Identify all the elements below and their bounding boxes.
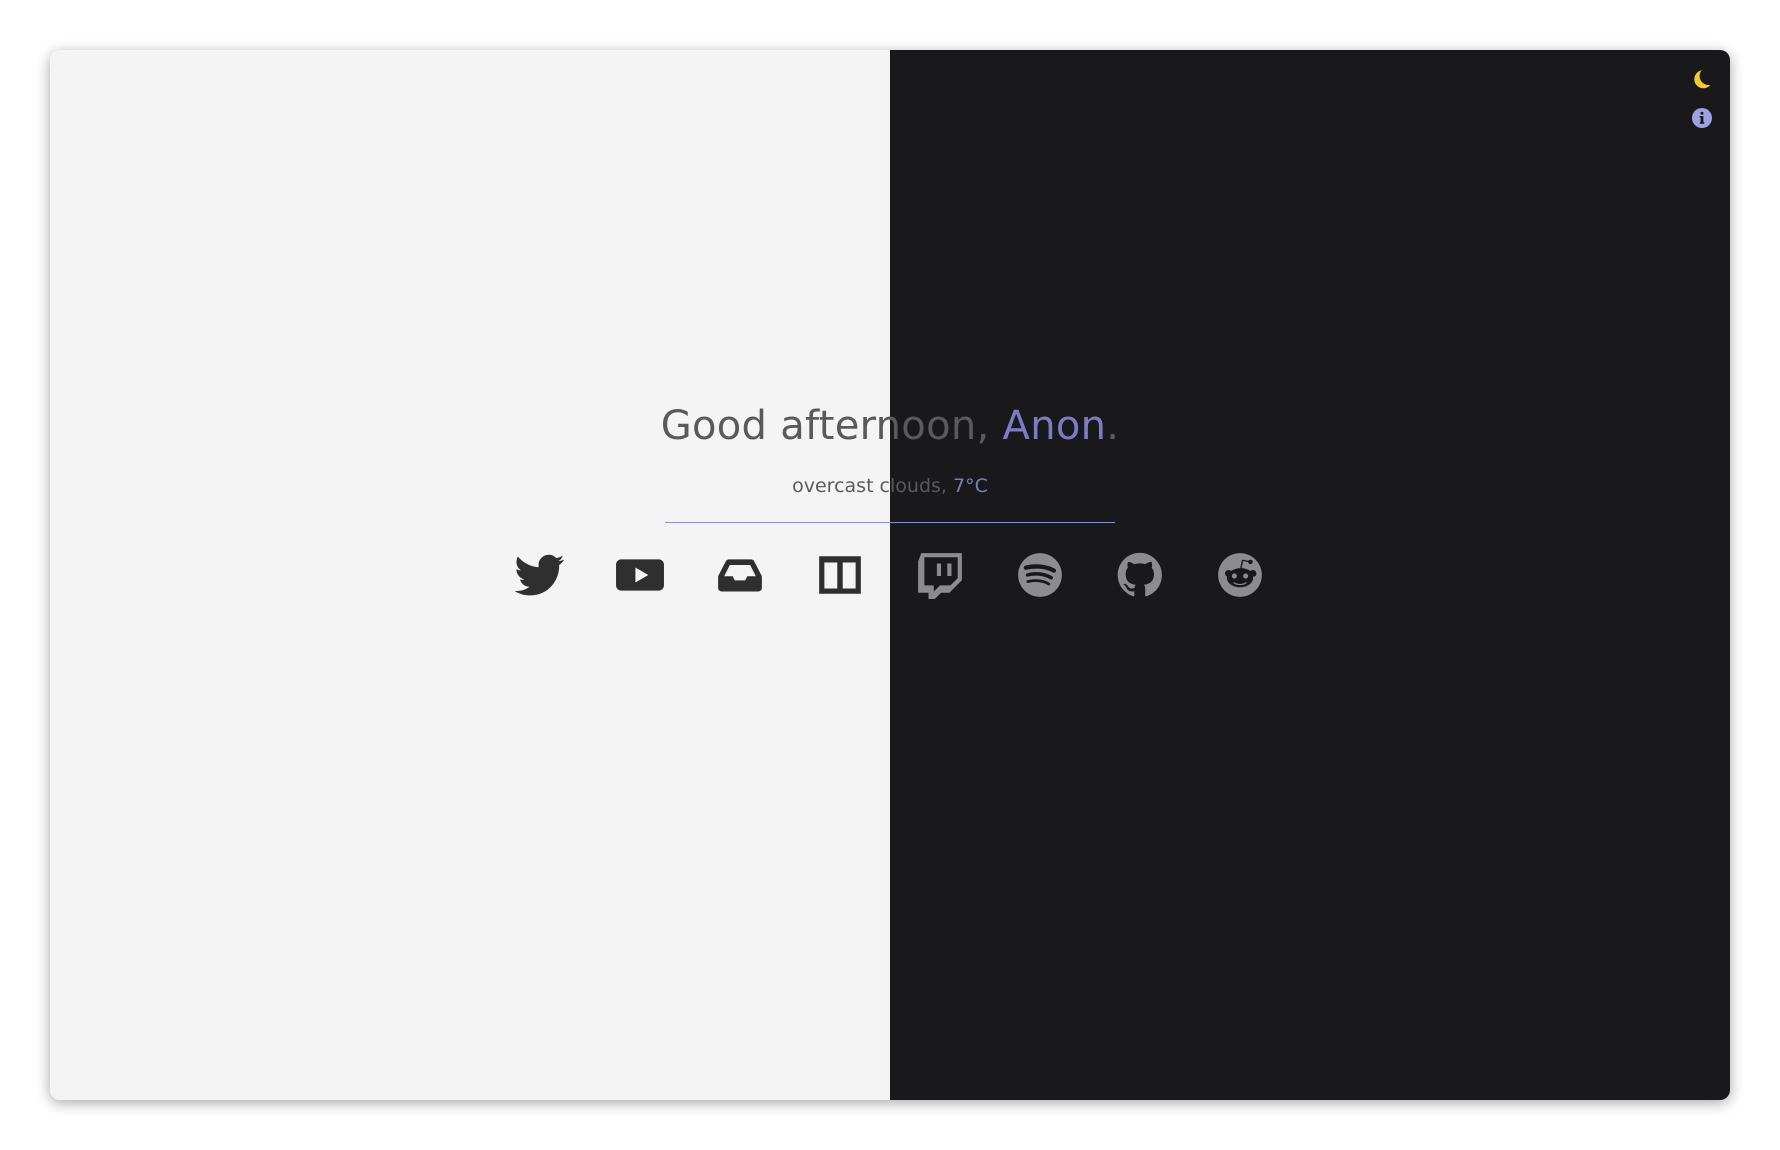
spotify-icon [1018, 553, 1062, 597]
reddit-icon [1218, 553, 1262, 597]
info-icon[interactable] [1690, 106, 1714, 130]
greeting-name: Anon [1002, 403, 1107, 449]
inbox-icon [718, 559, 762, 592]
github-link[interactable] [1115, 550, 1165, 600]
youtube-icon [616, 559, 664, 591]
startpage-content: Good afternoon, Anon. overcast clouds, 7… [50, 50, 1730, 1100]
weather-temperature: 7°C [953, 475, 988, 497]
divider [665, 522, 1115, 523]
inbox-link[interactable] [715, 550, 765, 600]
youtube-link[interactable] [615, 550, 665, 600]
greeting: Good afternoon, Anon. [50, 403, 1730, 449]
quick-links [50, 550, 1730, 600]
weather: overcast clouds, 7°C [50, 475, 1730, 497]
weather-description: overcast clouds, [792, 475, 953, 497]
columns-link[interactable] [815, 550, 865, 600]
github-icon [1117, 552, 1162, 597]
twitter-icon [515, 554, 565, 596]
spotify-link[interactable] [1015, 550, 1065, 600]
twitch-link[interactable] [915, 550, 965, 600]
twitter-link[interactable] [515, 550, 565, 600]
top-right-controls [1690, 68, 1714, 130]
twitch-icon [918, 553, 962, 599]
greeting-punctuation: . [1106, 403, 1120, 449]
moon-icon[interactable] [1690, 68, 1714, 92]
reddit-link[interactable] [1215, 550, 1265, 600]
columns-icon [819, 556, 861, 594]
greeting-text: Good afternoon, [660, 403, 1003, 449]
browser-window: Good afternoon, Anon. overcast clouds, 7… [50, 50, 1730, 1100]
